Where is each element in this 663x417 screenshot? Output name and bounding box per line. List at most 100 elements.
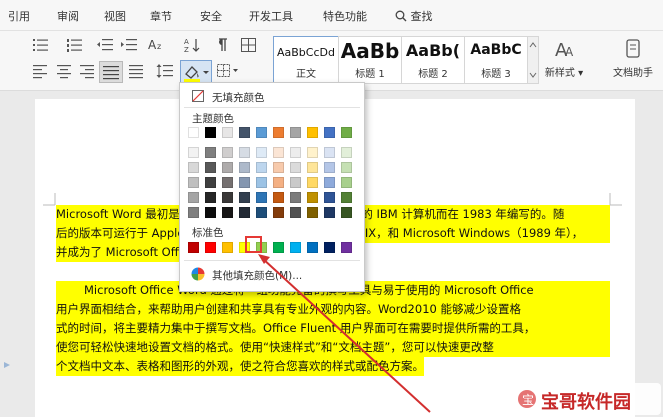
color-swatch[interactable] <box>239 127 250 138</box>
color-swatch[interactable] <box>205 127 216 138</box>
distributed-align-icon[interactable] <box>128 63 146 79</box>
color-swatch[interactable] <box>290 177 301 188</box>
color-swatch[interactable] <box>341 177 352 188</box>
style-heading-2[interactable]: AaBb( 标题 2 <box>401 36 465 84</box>
menu-review[interactable]: 审阅 <box>57 8 79 24</box>
color-swatch[interactable] <box>324 242 335 253</box>
color-swatch[interactable] <box>290 127 301 138</box>
color-swatch[interactable] <box>341 127 352 138</box>
color-swatch[interactable] <box>188 162 199 173</box>
color-swatch[interactable] <box>239 192 250 203</box>
color-swatch[interactable] <box>205 162 216 173</box>
color-swatch[interactable] <box>307 147 318 158</box>
color-swatch[interactable] <box>188 242 199 253</box>
color-swatch[interactable] <box>205 207 216 218</box>
style-gallery-scroll[interactable] <box>527 36 539 84</box>
color-swatch[interactable] <box>273 242 284 253</box>
color-swatch[interactable] <box>273 177 284 188</box>
color-swatch[interactable] <box>324 177 335 188</box>
align-right-icon[interactable] <box>79 63 97 79</box>
color-swatch[interactable] <box>307 127 318 138</box>
color-swatch[interactable] <box>273 192 284 203</box>
color-swatch[interactable] <box>341 162 352 173</box>
color-swatch[interactable] <box>256 162 267 173</box>
color-swatch[interactable] <box>205 147 216 158</box>
color-swatch[interactable] <box>341 207 352 218</box>
style-normal[interactable]: AaBbCcDd 正文 <box>273 36 339 84</box>
color-swatch[interactable] <box>290 207 301 218</box>
justify-icon[interactable] <box>99 61 123 83</box>
color-swatch[interactable] <box>324 127 335 138</box>
more-fill-colors-option[interactable]: 其他填充颜色(M)... <box>184 264 360 284</box>
new-style-button[interactable]: AA 新样式 ▾ <box>542 38 586 82</box>
sort-icon[interactable]: AZ <box>184 37 202 54</box>
color-swatch[interactable] <box>188 192 199 203</box>
color-swatch[interactable] <box>239 177 250 188</box>
color-swatch[interactable] <box>324 162 335 173</box>
color-swatch[interactable] <box>222 207 233 218</box>
color-swatch[interactable] <box>290 192 301 203</box>
color-swatch[interactable] <box>290 242 301 253</box>
color-swatch[interactable] <box>273 162 284 173</box>
color-swatch[interactable] <box>341 192 352 203</box>
menu-developer-tools[interactable]: 开发工具 <box>249 8 293 24</box>
color-swatch[interactable] <box>205 192 216 203</box>
color-swatch[interactable] <box>222 177 233 188</box>
menu-search[interactable]: 查找 <box>395 8 433 24</box>
menu-view[interactable]: 视图 <box>104 8 126 24</box>
color-swatch[interactable] <box>222 242 233 253</box>
color-swatch[interactable] <box>324 147 335 158</box>
no-fill-option[interactable]: 无填充颜色 <box>184 87 360 105</box>
align-center-icon[interactable] <box>56 63 74 79</box>
color-swatch[interactable] <box>222 127 233 138</box>
show-marks-icon[interactable] <box>213 37 231 53</box>
color-swatch[interactable] <box>239 147 250 158</box>
color-swatch[interactable] <box>341 242 352 253</box>
color-swatch[interactable] <box>307 162 318 173</box>
increase-indent-icon[interactable] <box>120 37 138 53</box>
color-swatch[interactable] <box>273 207 284 218</box>
menu-references[interactable]: 引用 <box>8 8 30 24</box>
color-swatch[interactable] <box>188 177 199 188</box>
color-swatch[interactable] <box>324 192 335 203</box>
borders-icon[interactable] <box>216 63 238 79</box>
color-swatch[interactable] <box>188 147 199 158</box>
align-left-icon[interactable] <box>32 63 50 79</box>
document-assistant-button[interactable]: 文档助手 <box>603 38 663 82</box>
color-swatch[interactable] <box>256 192 267 203</box>
color-swatch[interactable] <box>222 192 233 203</box>
numbered-list-icon[interactable] <box>66 37 84 53</box>
table-grid-icon[interactable] <box>240 37 258 53</box>
collapse-marker-icon[interactable] <box>0 358 18 372</box>
menu-chapter[interactable]: 章节 <box>150 8 172 24</box>
color-swatch[interactable] <box>290 162 301 173</box>
menu-security[interactable]: 安全 <box>200 8 222 24</box>
color-swatch[interactable] <box>307 242 318 253</box>
decrease-indent-icon[interactable] <box>96 37 114 53</box>
style-heading-3[interactable]: AaBbC 标题 3 <box>464 36 528 84</box>
color-swatch[interactable] <box>273 147 284 158</box>
change-case-icon[interactable]: Az <box>148 36 166 52</box>
bullet-list-icon[interactable] <box>32 37 50 53</box>
menu-special-features[interactable]: 特色功能 <box>323 8 367 24</box>
color-swatch[interactable] <box>205 177 216 188</box>
color-swatch[interactable] <box>341 147 352 158</box>
color-swatch[interactable] <box>188 207 199 218</box>
color-swatch[interactable] <box>188 127 199 138</box>
color-swatch[interactable] <box>307 177 318 188</box>
color-swatch[interactable] <box>239 207 250 218</box>
color-swatch[interactable] <box>324 207 335 218</box>
color-swatch[interactable] <box>256 147 267 158</box>
color-swatch[interactable] <box>239 162 250 173</box>
color-swatch[interactable] <box>256 127 267 138</box>
line-spacing-icon[interactable] <box>156 63 174 79</box>
color-swatch[interactable] <box>290 147 301 158</box>
color-swatch[interactable] <box>205 242 216 253</box>
color-swatch[interactable] <box>307 192 318 203</box>
document-paragraph-2[interactable]: Microsoft Office Word 通过将一组功能完备的撰写工具与易于使… <box>56 281 610 376</box>
color-swatch[interactable] <box>273 127 284 138</box>
color-swatch[interactable] <box>222 162 233 173</box>
style-heading-1[interactable]: AaBb 标题 1 <box>338 36 402 84</box>
color-swatch[interactable] <box>307 207 318 218</box>
color-swatch[interactable] <box>256 207 267 218</box>
